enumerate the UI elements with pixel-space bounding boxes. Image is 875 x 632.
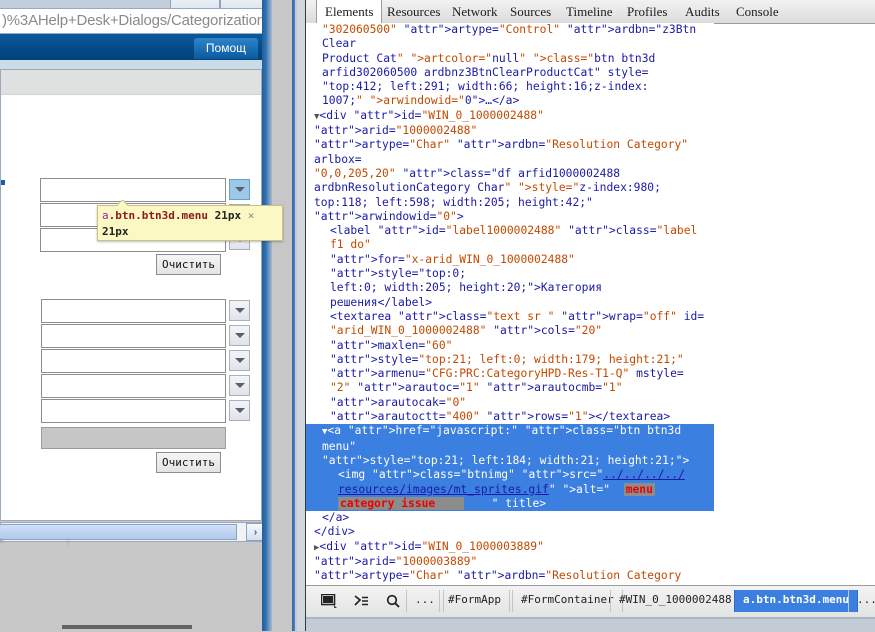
chevron-down-icon: [234, 408, 245, 413]
tab-timeline[interactable]: Timeline: [558, 0, 620, 23]
tab-sources[interactable]: Sources: [502, 0, 559, 23]
resolution-field-5[interactable]: [41, 399, 226, 423]
devtools-statusbar: ... #FormApp #FormContainer #WIN_0_10000…: [306, 585, 875, 632]
tooltip-height: 21px: [102, 225, 129, 238]
dom-tree-pane[interactable]: "302060500" "attr">artype="Control" "att…: [306, 23, 714, 585]
resolution-dropdown-5[interactable]: [229, 400, 250, 421]
tab-console[interactable]: Console: [728, 0, 787, 23]
breadcrumb-selected-element[interactable]: a.btn.btn3d.menu: [734, 590, 858, 612]
window-edge-accent: [292, 0, 295, 631]
statusbar-footer: [306, 619, 875, 632]
breadcrumb-formcontainer[interactable]: #FormContainer: [512, 590, 623, 612]
form-toolbar: [1, 70, 261, 95]
tooltip-arrow-icon: [118, 200, 128, 206]
background-text-2: ⌷: [66, 537, 71, 546]
breadcrumb-ellipsis-end[interactable]: ...: [848, 590, 875, 612]
background-text-1: в: [0, 536, 5, 545]
clear-button-2[interactable]: Очистить: [156, 452, 221, 473]
address-bar-text: )%3AHelp+Desk+Dialogs/Categorization: [2, 12, 265, 29]
resolution-dropdown-4[interactable]: [229, 375, 250, 396]
devtools-tabbar: Elements Resources Network Sources Timel…: [306, 0, 875, 24]
tooltip-classes: .btn.btn3d.menu: [108, 209, 208, 222]
category-field-1[interactable]: [40, 178, 226, 202]
app-header-strip: [0, 60, 262, 69]
tooltip-times: ×: [247, 209, 255, 222]
address-bar[interactable]: )%3AHelp+Desk+Dialogs/Categorization: [0, 8, 265, 34]
chevron-down-icon: [234, 333, 245, 338]
category-dropdown-1[interactable]: [229, 179, 250, 200]
resolution-dropdown-3[interactable]: [229, 350, 250, 371]
window-edge-outer: [297, 0, 305, 631]
tab-resources[interactable]: Resources: [379, 0, 448, 23]
resolution-field-4[interactable]: [41, 374, 226, 398]
browser-window: )%3AHelp+Desk+Dialogs/Categorization Пом…: [0, 0, 305, 631]
hscrollbar-thumb[interactable]: [0, 524, 237, 540]
form-marker: [1, 180, 5, 185]
devtools-panel: Elements Resources Network Sources Timel…: [305, 0, 875, 632]
console-drawer-icon[interactable]: [346, 590, 376, 612]
search-icon[interactable]: [378, 590, 408, 612]
chevron-down-icon: [234, 187, 245, 192]
clear-button-1[interactable]: Очистить: [156, 254, 221, 275]
readonly-field: [41, 427, 226, 449]
dock-icon[interactable]: [314, 590, 344, 612]
screen: )%3AHelp+Desk+Dialogs/Categorization Пом…: [0, 0, 875, 632]
form-frame: Очистить Очистить: [0, 69, 262, 521]
chevron-down-icon: [234, 308, 245, 313]
dock-glyph: [321, 594, 337, 608]
app-header: Помощ: [0, 34, 262, 60]
tooltip-tag: a: [102, 209, 109, 222]
window-edge-inner: [272, 0, 292, 631]
taskbar-strip: [62, 625, 192, 629]
help-button[interactable]: Помощ: [193, 38, 258, 59]
chevron-down-icon: [234, 358, 245, 363]
breadcrumb-win-element[interactable]: #WIN_0_1000002488: [610, 590, 741, 612]
chevron-down-icon: [234, 383, 245, 388]
resolution-field-2[interactable]: [41, 324, 226, 348]
resolution-field-3[interactable]: [41, 349, 226, 373]
page-horizontal-scrollbar[interactable]: ›: [0, 522, 285, 542]
dom-tree-code[interactable]: "302060500" "attr">artype="Control" "att…: [306, 23, 714, 585]
element-size-tooltip: a.btn.btn3d.menu 21px × 21px: [97, 205, 283, 241]
resolution-dropdown-2[interactable]: [229, 325, 250, 346]
tooltip-width: 21px: [214, 209, 242, 222]
tab-profiles[interactable]: Profiles: [619, 0, 675, 23]
tab-network[interactable]: Network: [444, 0, 506, 23]
resolution-dropdown-1[interactable]: [229, 300, 250, 321]
search-glyph: [386, 594, 400, 608]
browser-chrome: )%3AHelp+Desk+Dialogs/Categorization: [0, 0, 305, 34]
resolution-field-1[interactable]: [41, 299, 226, 323]
tab-audits[interactable]: Audits: [677, 0, 728, 23]
tab-elements[interactable]: Elements: [316, 0, 383, 23]
breadcrumb-formapp[interactable]: #FormApp: [439, 590, 510, 612]
console-glyph: [353, 595, 368, 606]
